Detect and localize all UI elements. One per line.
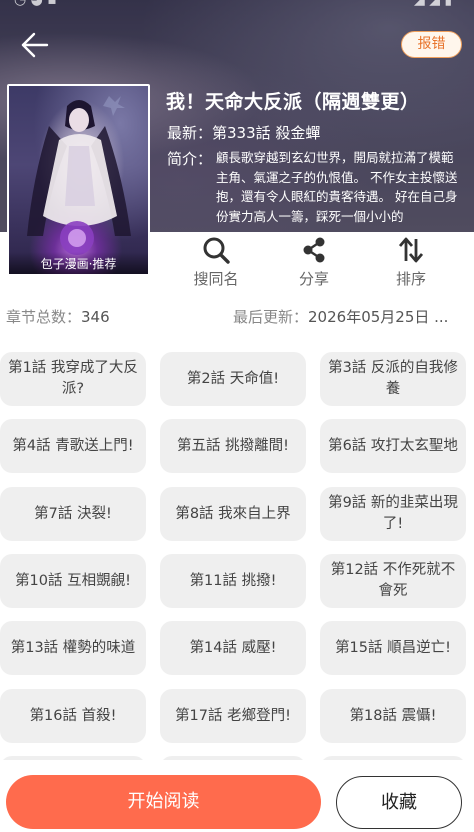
last-updated-label: 最后更新： [233,308,309,326]
chapter-item[interactable]: 第12話 不作死就不會死 [320,554,466,608]
chapter-item[interactable]: 第2話 天命值! [160,352,306,406]
chapter-item[interactable]: 第18話 震懾! [320,689,466,743]
status-bar-icons-left: ◔ ◕ ▪ [14,0,57,8]
sort-label: 排序 [395,270,426,288]
latest-value: 第333話 殺金蟬 [212,124,321,142]
chapter-item[interactable]: 第8話 我來自上界 [160,487,306,541]
sort-button[interactable]: 排序 [381,236,441,288]
chapter-item[interactable]: 第7話 決裂! [0,487,146,541]
chapter-item[interactable]: 第6話 攻打太玄聖地 [320,419,466,473]
favorite-button[interactable]: 收藏 [336,776,462,829]
chapter-item[interactable]: 第1話 我穿成了大反派? [0,352,146,406]
chapter-item[interactable]: 第13話 權勢的味道 [0,621,146,675]
last-updated-value: 2026年05月25日 ... [308,308,449,326]
back-button[interactable] [16,28,52,62]
chapter-item[interactable]: 第15話 順昌逆亡! [320,621,466,675]
chapter-item[interactable]: 第3話 反派的自我修養 [320,352,466,406]
chapter-count-value: 346 [81,308,110,326]
start-reading-button[interactable]: 开始阅读 [6,775,321,829]
chapter-count: 章节总数：346 [6,306,110,327]
latest-chapter: 最新：第333話 殺金蟬 [167,122,320,143]
chapter-item[interactable]: 第17話 老鄉登門! [160,689,306,743]
arrow-left-icon [21,32,49,58]
share-label: 分享 [298,270,329,288]
cover-caption: 包子漫画·推荐 [9,252,148,274]
search-same-name-button[interactable]: 搜同名 [186,236,246,288]
chapter-item[interactable]: 第14話 威壓! [160,621,306,675]
latest-label: 最新： [167,124,213,142]
search-same-name-label: 搜同名 [193,270,239,288]
chapter-item[interactable]: 第五話 挑撥離間! [160,419,306,473]
comic-title: 我！天命大反派（隔週雙更） [166,91,420,113]
status-bar-icons-right: ◢ ◢ ▮ [414,0,453,8]
sort-icon [398,237,424,263]
share-icon [303,237,325,263]
description-label: 简介： [167,150,213,168]
chapter-item[interactable]: 第16話 首殺! [0,689,146,743]
chapter-item[interactable]: 第9話 新的韭菜出現了! [320,487,466,541]
cover-image[interactable]: 包子漫画·推荐 [7,84,150,276]
chapter-item[interactable]: 第10話 互相覬覦! [0,554,146,608]
cover-artwork [27,96,131,255]
last-updated: 最后更新：2026年05月25日 ... [233,306,448,327]
chapter-item[interactable]: 第11話 挑撥! [160,554,306,608]
chapter-count-label: 章节总数： [6,308,82,326]
search-icon [203,237,230,264]
description-text: 顧長歌穿越到玄幻世界，開局就拉滿了模範主角、氣運之子的仇恨值。 不作女主投懷送抱… [216,150,458,224]
share-button[interactable]: 分享 [284,236,344,288]
report-button[interactable]: 报错 [401,31,462,58]
chapter-item[interactable]: 第4話 青歌送上門! [0,419,146,473]
